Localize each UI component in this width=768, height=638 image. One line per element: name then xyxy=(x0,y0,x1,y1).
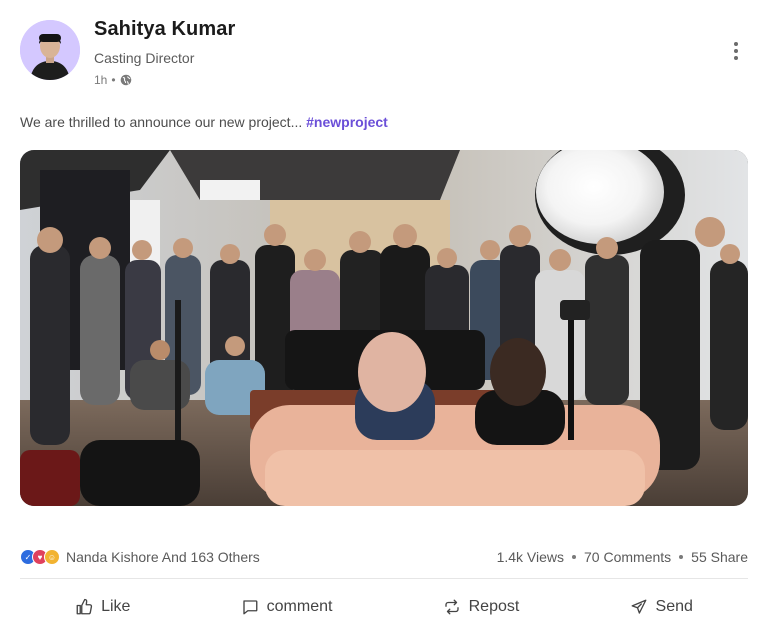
hashtag-link[interactable]: #newproject xyxy=(306,114,388,130)
stat-separator xyxy=(679,555,684,559)
feed-post: Sahitya Kumar Casting Director 1h • We a… xyxy=(0,0,768,638)
author-name[interactable]: Sahitya Kumar xyxy=(94,18,235,41)
divider xyxy=(20,578,748,579)
like-button[interactable]: Like xyxy=(75,598,130,616)
send-label: Send xyxy=(655,598,693,615)
shares-count[interactable]: 55 Share xyxy=(691,549,748,565)
repost-button[interactable]: Repost xyxy=(443,598,520,616)
send-icon xyxy=(631,599,646,614)
comment-button[interactable]: comment xyxy=(241,598,333,616)
send-button[interactable]: Send xyxy=(630,598,693,616)
like-label: Like xyxy=(101,598,131,615)
author-avatar[interactable] xyxy=(20,20,80,80)
post-stats: 1.4k Views 70 Comments 55 Share xyxy=(497,548,748,566)
reactions-text: Nanda Kishore And 163 Others xyxy=(66,549,260,565)
action-bar: Like comment Repost Send xyxy=(20,590,748,624)
stat-separator xyxy=(572,555,577,559)
repost-label: Repost xyxy=(468,598,520,615)
repost-icon xyxy=(444,599,459,615)
comment-label: comment xyxy=(266,598,333,615)
post-meta: 1h • xyxy=(94,72,132,88)
studio-crowd-photo xyxy=(20,150,748,506)
avatar-image xyxy=(20,20,80,80)
globe-icon xyxy=(120,74,132,86)
post-text: We are thrilled to announce our new proj… xyxy=(20,114,388,130)
post-time: 1h xyxy=(94,73,108,87)
more-vertical-icon xyxy=(734,42,738,46)
reactions-summary[interactable]: ✓ ♥ ☺ Nanda Kishore And 163 Others xyxy=(20,548,260,566)
post-body: We are thrilled to announce our new proj… xyxy=(20,114,303,130)
comment-icon xyxy=(242,600,258,615)
comments-count[interactable]: 70 Comments xyxy=(584,549,671,565)
author-role: Casting Director xyxy=(94,50,195,66)
reaction-icons: ✓ ♥ ☺ xyxy=(20,549,60,565)
post-image[interactable] xyxy=(20,150,748,506)
thumbs-up-icon xyxy=(76,598,93,615)
wow-icon: ☺ xyxy=(44,549,60,565)
views-count: 1.4k Views xyxy=(496,549,565,565)
more-options-button[interactable] xyxy=(724,38,748,64)
meta-separator: • xyxy=(111,73,116,87)
